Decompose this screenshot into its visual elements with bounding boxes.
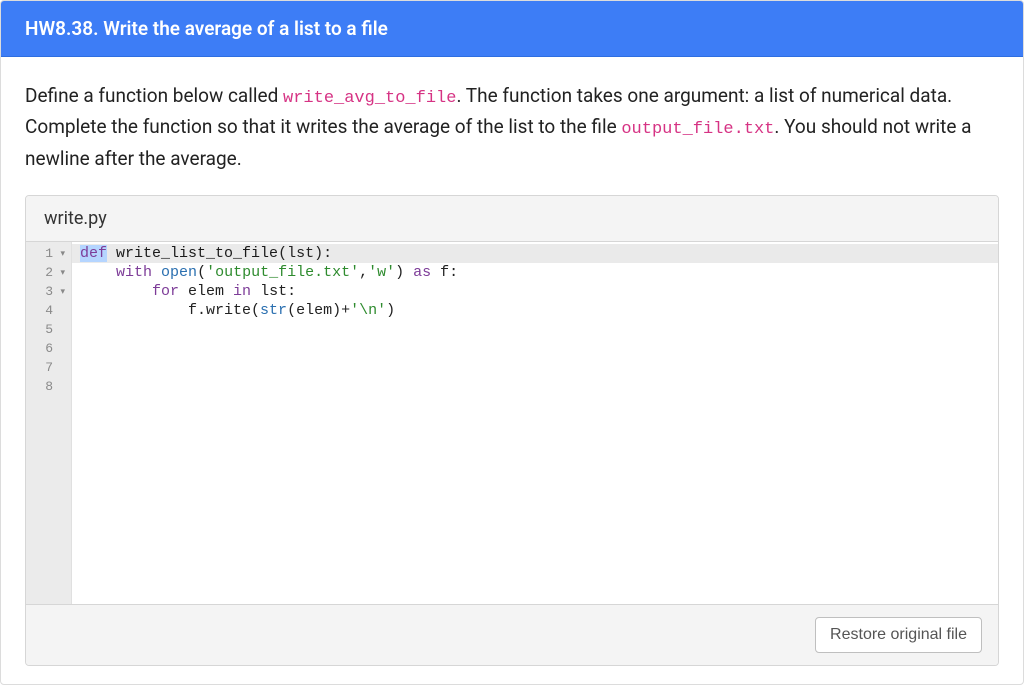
editor-tabbar: write.py: [26, 196, 998, 242]
problem-prompt: Define a function below called write_avg…: [25, 81, 999, 173]
fold-marker-icon[interactable]: ▾: [60, 245, 65, 264]
prompt-text: Define a function below called: [25, 84, 283, 107]
problem-body: Define a function below called write_avg…: [1, 57, 1023, 684]
code-line[interactable]: f.write(str(elem)+'\n'): [80, 301, 998, 320]
problem-card: HW8.38. Write the average of a list to a…: [0, 0, 1024, 685]
gutter-line: 4: [36, 301, 65, 320]
code-line[interactable]: [80, 320, 998, 339]
gutter-line: 2▾: [36, 263, 65, 282]
code-line[interactable]: [80, 339, 998, 358]
code-line[interactable]: [80, 377, 998, 396]
gutter-line: 8: [36, 377, 65, 396]
code-line[interactable]: [80, 358, 998, 377]
problem-title: HW8.38. Write the average of a list to a…: [25, 17, 388, 40]
inline-code-file: output_file.txt: [621, 120, 774, 139]
gutter-line: 5: [36, 320, 65, 339]
fold-marker-icon[interactable]: ▾: [60, 283, 65, 302]
editor-filename: write.py: [44, 208, 107, 229]
inline-code-fn: write_avg_to_file: [283, 89, 456, 108]
code-editor[interactable]: 1▾ 2▾ 3▾ 4 5 6 7 8 def write_list_to_fil…: [26, 242, 998, 604]
gutter-line: 6: [36, 339, 65, 358]
restore-original-button[interactable]: Restore original file: [815, 617, 982, 653]
gutter-line: 1▾: [36, 244, 65, 263]
problem-header: HW8.38. Write the average of a list to a…: [1, 1, 1023, 57]
code-content[interactable]: def write_list_to_file(lst): with open('…: [72, 242, 998, 604]
code-line[interactable]: with open('output_file.txt','w') as f:: [80, 263, 998, 282]
code-editor-panel: write.py 1▾ 2▾ 3▾ 4 5 6 7 8 def write_li…: [25, 195, 999, 666]
fold-marker-icon[interactable]: ▾: [60, 264, 65, 283]
editor-gutter: 1▾ 2▾ 3▾ 4 5 6 7 8: [26, 242, 72, 604]
gutter-line: 3▾: [36, 282, 65, 301]
code-line[interactable]: for elem in lst:: [80, 282, 998, 301]
editor-footer: Restore original file: [26, 604, 998, 665]
gutter-line: 7: [36, 358, 65, 377]
